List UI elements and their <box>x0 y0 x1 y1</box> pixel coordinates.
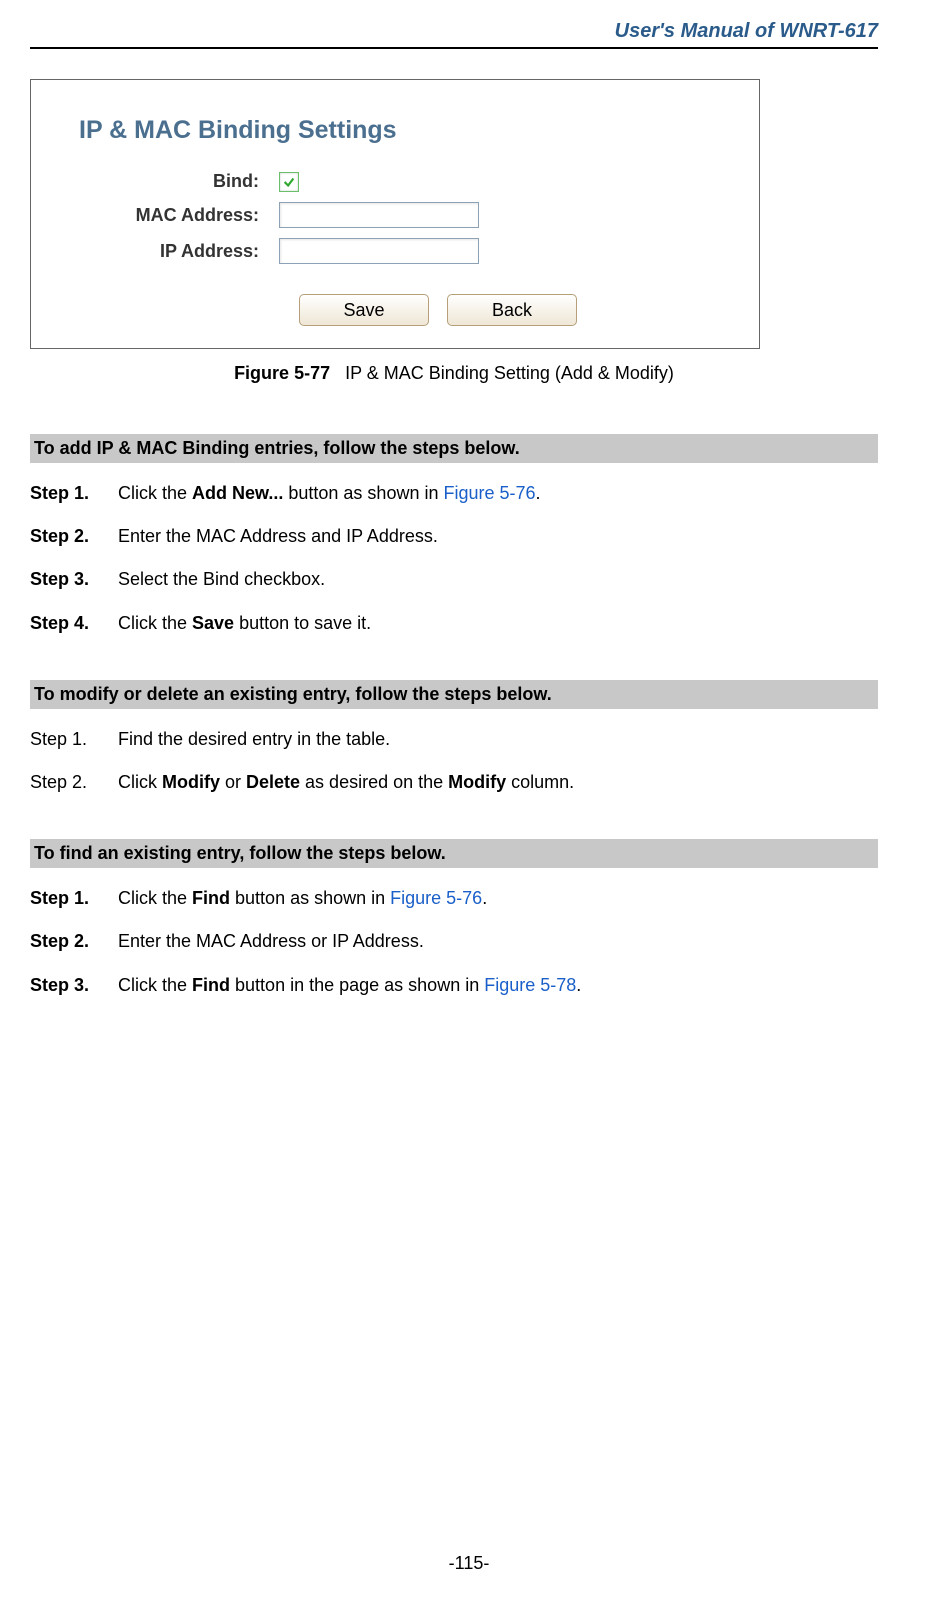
text: button as shown in <box>283 483 443 503</box>
bold-text: Find <box>192 975 230 995</box>
panel-title: IP & MAC Binding Settings <box>79 116 741 145</box>
check-icon <box>282 175 296 189</box>
step-body: Select the Bind checkbox. <box>118 567 878 592</box>
section2-steps: Step 1. Find the desired entry in the ta… <box>30 727 878 795</box>
step-label: Step 4. <box>30 611 118 636</box>
section1-title: To add IP & MAC Binding entries, follow … <box>30 434 878 463</box>
figure-link[interactable]: Figure 5-76 <box>390 888 482 908</box>
page-header: User's Manual of WNRT-617 <box>30 20 878 49</box>
row-mac: MAC Address: <box>49 202 741 228</box>
label-bind: Bind: <box>49 171 279 192</box>
figure-caption: Figure 5-77 IP & MAC Binding Setting (Ad… <box>30 363 878 384</box>
text: Click the <box>118 975 192 995</box>
step-body: Find the desired entry in the table. <box>118 727 878 752</box>
step-row: Step 3. Select the Bind checkbox. <box>30 567 878 592</box>
text: Click <box>118 772 162 792</box>
text: . <box>576 975 581 995</box>
label-mac: MAC Address: <box>49 205 279 226</box>
text: Click the <box>118 888 192 908</box>
row-bind: Bind: <box>49 171 741 192</box>
bold-text: Add New... <box>192 483 283 503</box>
step-label: Step 1. <box>30 727 118 752</box>
header-title: User's Manual of WNRT-617 <box>615 20 878 42</box>
step-label: Step 2. <box>30 929 118 954</box>
step-row: Step 1. Click the Find button as shown i… <box>30 886 878 911</box>
caption-bold: Figure 5-77 <box>234 363 330 383</box>
text: button in the page as shown in <box>230 975 484 995</box>
text: . <box>536 483 541 503</box>
text: Click the <box>118 613 192 633</box>
section1-steps: Step 1. Click the Add New... button as s… <box>30 481 878 636</box>
text: button to save it. <box>234 613 371 633</box>
bold-text: Delete <box>246 772 300 792</box>
bold-text: Save <box>192 613 234 633</box>
bold-text: Find <box>192 888 230 908</box>
step-label: Step 1. <box>30 886 118 911</box>
step-row: Step 2. Enter the MAC Address or IP Addr… <box>30 929 878 954</box>
caption-text: IP & MAC Binding Setting (Add & Modify) <box>345 363 674 383</box>
text: or <box>220 772 246 792</box>
text: Click the <box>118 483 192 503</box>
section3-steps: Step 1. Click the Find button as shown i… <box>30 886 878 998</box>
figure-link[interactable]: Figure 5-78 <box>484 975 576 995</box>
step-body: Click the Find button in the page as sho… <box>118 973 878 998</box>
text: button as shown in <box>230 888 390 908</box>
step-row: Step 2. Click Modify or Delete as desire… <box>30 770 878 795</box>
step-row: Step 1. Click the Add New... button as s… <box>30 481 878 506</box>
bold-text: Modify <box>448 772 506 792</box>
text: column. <box>506 772 574 792</box>
mac-address-input[interactable] <box>279 202 479 228</box>
ip-address-input[interactable] <box>279 238 479 264</box>
step-body: Click the Add New... button as shown in … <box>118 481 878 506</box>
button-row: Save Back <box>299 294 741 326</box>
step-body: Click Modify or Delete as desired on the… <box>118 770 878 795</box>
step-body: Click the Find button as shown in Figure… <box>118 886 878 911</box>
figure-box: IP & MAC Binding Settings Bind: MAC Addr… <box>30 79 760 349</box>
figure-link[interactable]: Figure 5-76 <box>443 483 535 503</box>
section3-title: To find an existing entry, follow the st… <box>30 839 878 868</box>
row-ip: IP Address: <box>49 238 741 264</box>
step-label: Step 3. <box>30 973 118 998</box>
step-row: Step 2. Enter the MAC Address and IP Add… <box>30 524 878 549</box>
step-body: Click the Save button to save it. <box>118 611 878 636</box>
step-body: Enter the MAC Address and IP Address. <box>118 524 878 549</box>
text: . <box>482 888 487 908</box>
bold-text: Modify <box>162 772 220 792</box>
step-body: Enter the MAC Address or IP Address. <box>118 929 878 954</box>
step-row: Step 4. Click the Save button to save it… <box>30 611 878 636</box>
save-button[interactable]: Save <box>299 294 429 326</box>
bind-checkbox[interactable] <box>279 172 299 192</box>
text: as desired on the <box>300 772 448 792</box>
section2-title: To modify or delete an existing entry, f… <box>30 680 878 709</box>
step-row: Step 1. Find the desired entry in the ta… <box>30 727 878 752</box>
step-label: Step 2. <box>30 524 118 549</box>
page-number: -115- <box>0 1553 938 1574</box>
step-label: Step 2. <box>30 770 118 795</box>
step-label: Step 1. <box>30 481 118 506</box>
back-button[interactable]: Back <box>447 294 577 326</box>
step-row: Step 3. Click the Find button in the pag… <box>30 973 878 998</box>
label-ip: IP Address: <box>49 241 279 262</box>
step-label: Step 3. <box>30 567 118 592</box>
